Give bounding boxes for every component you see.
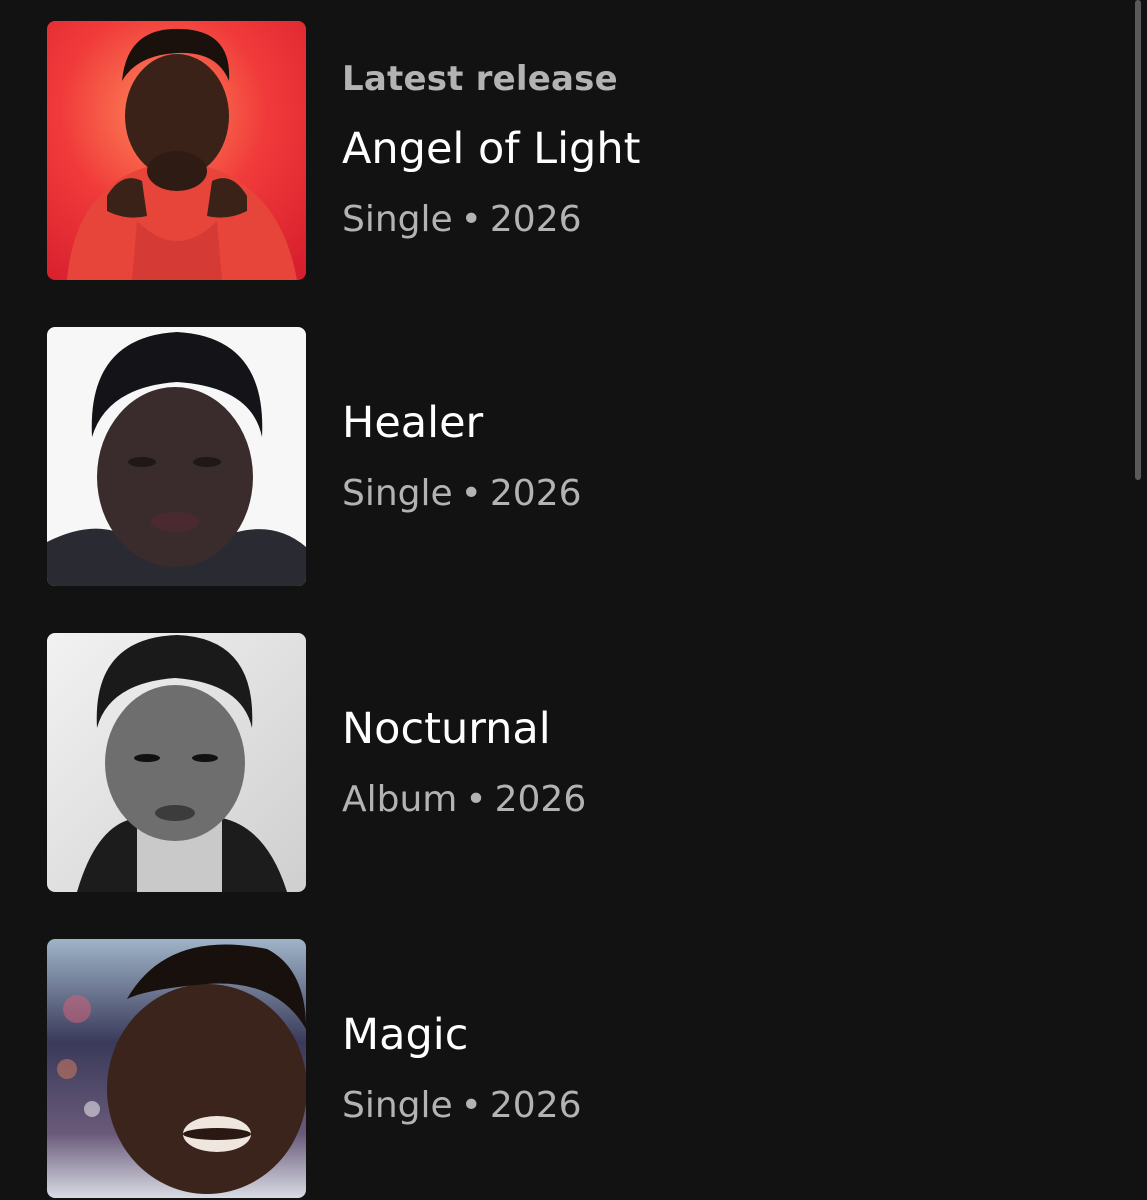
release-meta: Latest release Angel of Light Single • 202… — [342, 21, 1042, 280]
release-title: Magic — [342, 1010, 469, 1060]
scrollbar-thumb[interactable] — [1135, 0, 1141, 480]
release-subtitle: Album • 2026 — [342, 778, 586, 821]
separator-dot: • — [465, 779, 487, 820]
release-type: Single — [342, 1085, 453, 1126]
release-list: Latest release Angel of Light Single • 202… — [0, 0, 1147, 1200]
release-subtitle: Single • 2026 — [342, 1084, 582, 1127]
release-type: Single — [342, 199, 453, 240]
cover-art-nocturnal — [47, 633, 306, 892]
scrollbar[interactable] — [1129, 0, 1147, 1200]
separator-dot: • — [460, 1085, 482, 1126]
release-year: 2026 — [489, 199, 582, 240]
release-meta: Nocturnal Album • 2026 — [342, 633, 1042, 892]
separator-dot: • — [460, 199, 482, 240]
release-item-nocturnal[interactable]: Nocturnal Album • 2026 — [47, 633, 1087, 892]
separator-dot: • — [460, 473, 482, 514]
release-title: Nocturnal — [342, 704, 551, 754]
latest-release-label: Latest release — [342, 59, 618, 99]
cover-art-healer — [47, 327, 306, 586]
release-item-healer[interactable]: Healer Single • 2026 — [47, 327, 1087, 586]
release-meta: Healer Single • 2026 — [342, 327, 1042, 586]
release-year: 2026 — [494, 779, 587, 820]
release-type: Single — [342, 473, 453, 514]
release-subtitle: Single • 2026 — [342, 472, 582, 515]
release-year: 2026 — [489, 1085, 582, 1126]
cover-art-magic — [47, 939, 306, 1198]
release-subtitle: Single • 2026 — [342, 198, 582, 241]
cover-art-angel-of-light — [47, 21, 306, 280]
release-type: Album — [342, 779, 458, 820]
release-item-angel-of-light[interactable]: Latest release Angel of Light Single • 202… — [47, 21, 1087, 280]
release-title: Healer — [342, 398, 484, 448]
release-meta: Magic Single • 2026 — [342, 939, 1042, 1198]
release-year: 2026 — [489, 473, 582, 514]
release-item-magic[interactable]: Magic Single • 2026 — [47, 939, 1087, 1198]
release-title: Angel of Light — [342, 124, 641, 174]
